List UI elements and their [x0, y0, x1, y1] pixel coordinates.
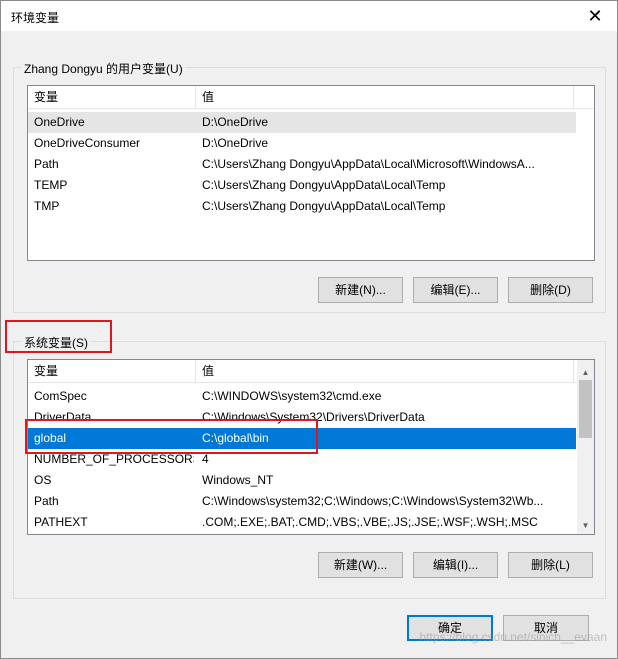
variable-value: C:\Windows\system32;C:\Windows;C:\Window… — [202, 494, 544, 508]
list-header: 变量 值 — [28, 360, 594, 383]
title-bar: 环境变量 ✕ — [1, 1, 617, 31]
table-row[interactable]: OneDriveConsumer D:\OneDrive — [28, 133, 576, 154]
column-header-variable[interactable]: 变量 — [28, 86, 196, 108]
variable-value: D:\OneDrive — [202, 115, 269, 129]
environment-variables-dialog: 环境变量 ✕ Zhang Dongyu 的用户变量(U) 变量 值 OneDri… — [0, 0, 618, 659]
user-variables-legend: Zhang Dongyu 的用户变量(U) — [22, 60, 185, 77]
watermark-text: https://blog.csdn.net/sinich__evaan — [419, 630, 607, 644]
variable-name: global — [34, 431, 67, 445]
column-header-value[interactable]: 值 — [196, 86, 574, 108]
close-icon[interactable]: ✕ — [573, 1, 617, 31]
system-delete-button[interactable]: 删除(L) — [508, 552, 593, 578]
table-row[interactable]: OS Windows_NT — [28, 470, 576, 491]
variable-value: Windows_NT — [202, 473, 274, 487]
variable-value: 4 — [202, 452, 209, 466]
variable-name: NUMBER_OF_PROCESSORS — [34, 452, 194, 466]
variable-name: PATHEXT — [34, 515, 88, 529]
table-row-selected[interactable]: global C:\global\bin — [28, 428, 576, 449]
list-header: 变量 值 — [28, 86, 594, 109]
system-edit-button[interactable]: 编辑(I)... — [413, 552, 498, 578]
table-row[interactable]: ComSpec C:\WINDOWS\system32\cmd.exe — [28, 386, 576, 407]
variable-name: DriverData — [34, 410, 92, 424]
variable-value: C:\WINDOWS\system32\cmd.exe — [202, 389, 382, 403]
user-delete-button[interactable]: 删除(D) — [508, 277, 593, 303]
scroll-down-icon[interactable]: ▼ — [577, 517, 594, 534]
system-variables-legend: 系统变量(S) — [22, 334, 90, 351]
scroll-up-icon[interactable]: ▲ — [577, 364, 594, 381]
table-row[interactable]: Path C:\Users\Zhang Dongyu\AppData\Local… — [28, 154, 576, 175]
system-new-button[interactable]: 新建(W)... — [318, 552, 403, 578]
variable-value: .COM;.EXE;.BAT;.CMD;.VBS;.VBE;.JS;.JSE;.… — [202, 515, 538, 529]
scroll-thumb[interactable] — [579, 380, 592, 438]
window-title: 环境变量 — [11, 11, 60, 25]
variable-value: C:\Users\Zhang Dongyu\AppData\Local\Temp — [202, 199, 446, 213]
vertical-scrollbar[interactable]: ▲ ▼ — [577, 360, 594, 534]
table-row[interactable]: OneDrive D:\OneDrive — [28, 112, 576, 133]
table-row[interactable]: TMP C:\Users\Zhang Dongyu\AppData\Local\… — [28, 196, 576, 217]
table-row[interactable]: TEMP C:\Users\Zhang Dongyu\AppData\Local… — [28, 175, 576, 196]
variable-name: OS — [34, 473, 52, 487]
variable-name: Path — [34, 494, 59, 508]
variable-name: ComSpec — [34, 389, 87, 403]
column-header-variable[interactable]: 变量 — [28, 360, 196, 382]
variable-name: TMP — [34, 199, 60, 213]
system-variables-list[interactable]: 变量 值 ComSpec C:\WINDOWS\system32\cmd.exe… — [27, 359, 595, 535]
variable-value: C:\Windows\System32\Drivers\DriverData — [202, 410, 425, 424]
table-row[interactable]: PATHEXT .COM;.EXE;.BAT;.CMD;.VBS;.VBE;.J… — [28, 512, 576, 533]
table-row[interactable]: NUMBER_OF_PROCESSORS 4 — [28, 449, 576, 470]
user-edit-button[interactable]: 编辑(E)... — [413, 277, 498, 303]
variable-value: C:\Users\Zhang Dongyu\AppData\Local\Micr… — [202, 157, 535, 171]
variable-name: OneDriveConsumer — [34, 136, 141, 150]
variable-value: C:\global\bin — [202, 431, 269, 445]
user-variables-list[interactable]: 变量 值 OneDrive D:\OneDrive OneDriveConsum… — [27, 85, 595, 261]
table-row[interactable]: Path C:\Windows\system32;C:\Windows;C:\W… — [28, 491, 576, 512]
user-new-button[interactable]: 新建(N)... — [318, 277, 403, 303]
variable-value: D:\OneDrive — [202, 136, 269, 150]
variable-name: TEMP — [34, 178, 68, 192]
variable-value: C:\Users\Zhang Dongyu\AppData\Local\Temp — [202, 178, 446, 192]
column-header-value[interactable]: 值 — [196, 360, 574, 382]
table-row[interactable]: DriverData C:\Windows\System32\Drivers\D… — [28, 407, 576, 428]
variable-name: Path — [34, 157, 59, 171]
variable-name: OneDrive — [34, 115, 85, 129]
